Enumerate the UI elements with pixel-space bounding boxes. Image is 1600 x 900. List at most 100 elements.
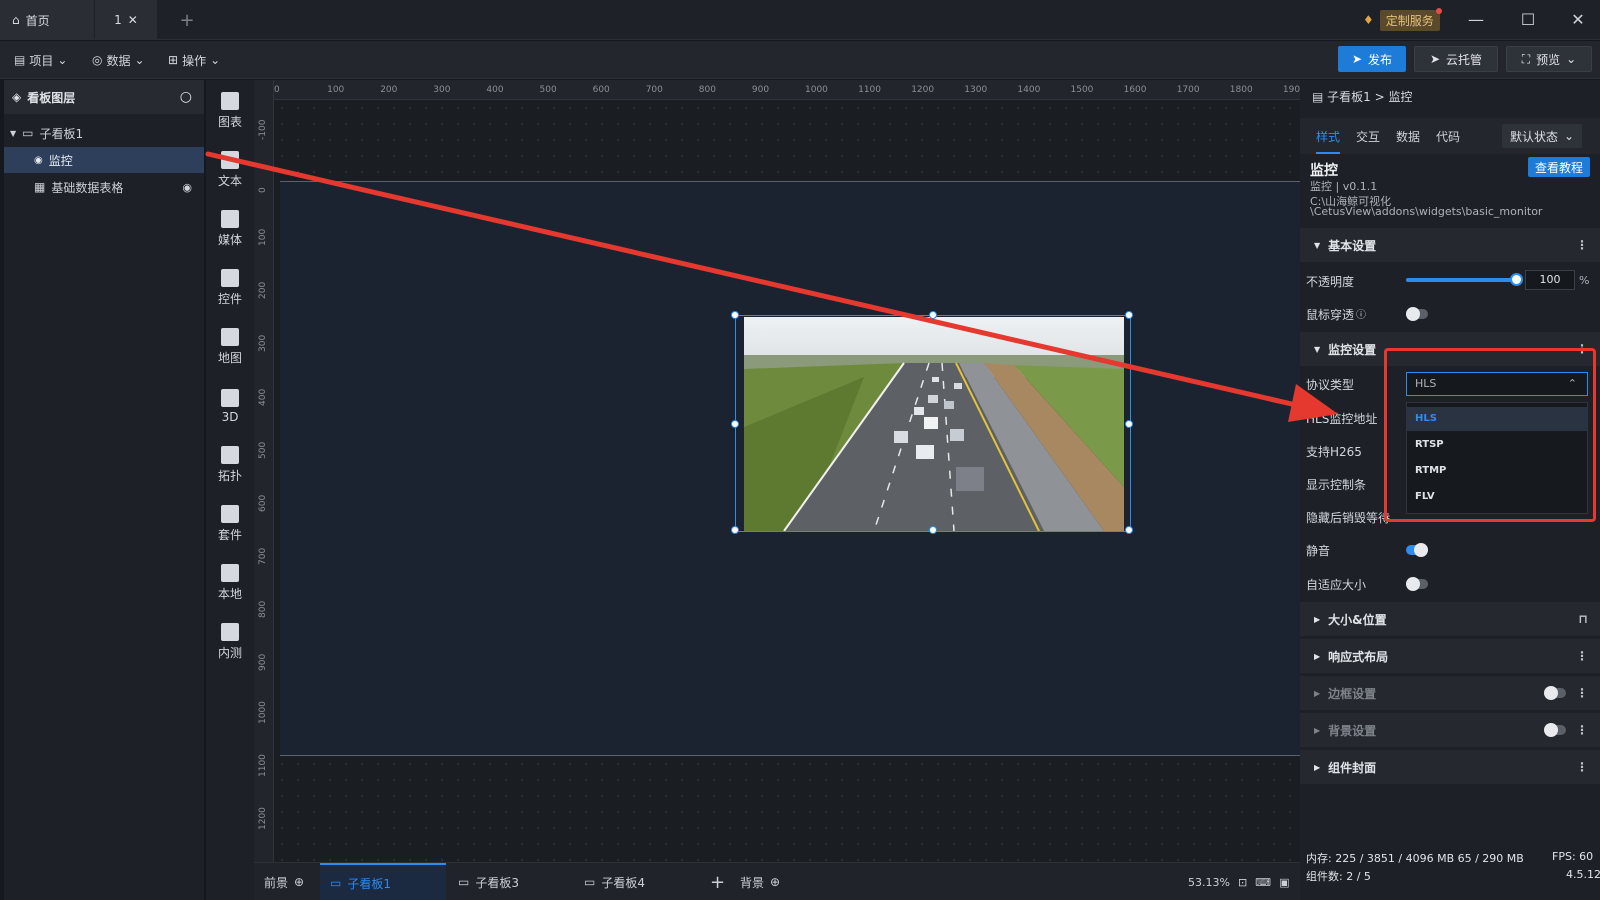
section-responsive[interactable]: ▶ 响应式布局 ⋮ (1300, 639, 1600, 673)
menu-project[interactable]: ▤ 项目 ⌄ (14, 49, 67, 71)
component-beta[interactable]: 内测 (206, 615, 254, 669)
component-local[interactable]: 本地 (206, 556, 254, 610)
search-icon[interactable]: ○ (180, 89, 192, 105)
eye-hidden-icon[interactable]: ◉ (182, 181, 192, 194)
board-tab-sub3[interactable]: ▭ 子看板3 (448, 863, 574, 900)
component-media[interactable]: 媒体 (206, 202, 254, 256)
ruler-tick: -100 (258, 119, 268, 140)
fps-status: FPS: 60 (1552, 850, 1594, 863)
resize-handle[interactable] (731, 526, 739, 534)
fit-screen-icon[interactable]: ⊡ (1238, 876, 1247, 889)
chevron-down-icon[interactable]: ⌄ (1566, 52, 1576, 66)
ruler-tick: 800 (258, 600, 268, 618)
component-label: 地图 (217, 351, 242, 365)
section-basic[interactable]: ▼ 基本设置 ⋮ (1300, 228, 1600, 262)
close-window-icon[interactable]: ✕ (1566, 8, 1590, 32)
component-chart[interactable]: 图表 (206, 84, 254, 138)
opacity-slider-handle[interactable] (1510, 273, 1523, 286)
grid-icon: ⊞ (168, 53, 179, 67)
tab-interaction[interactable]: 交互 (1356, 128, 1380, 145)
more-icon[interactable]: ⋮ (1576, 686, 1588, 700)
menu-operation[interactable]: ⊞ 操作 ⌄ (168, 49, 220, 71)
background-tab[interactable]: 背景 ⊕ (730, 863, 800, 900)
component-topology[interactable]: 拓扑 (206, 438, 254, 492)
ruler-tick: 1100 (858, 85, 881, 95)
component-control[interactable]: 控件 (206, 261, 254, 315)
resize-handle[interactable] (1125, 311, 1133, 319)
autosize-toggle[interactable] (1406, 577, 1428, 591)
more-icon[interactable]: ⋮ (1576, 649, 1588, 663)
tab-document[interactable]: 1 ✕ (95, 0, 157, 40)
terminal-icon[interactable]: ▣ (1279, 876, 1289, 889)
more-icon[interactable]: ⋮ (1576, 723, 1588, 737)
component-kit[interactable]: 套件 (206, 497, 254, 551)
breadcrumb-parent[interactable]: 子看板1 (1327, 90, 1371, 104)
component-label: 图表 (217, 115, 242, 129)
resize-handle[interactable] (1125, 526, 1133, 534)
layer-item-sub-board[interactable]: ▼ ▭ 子看板1 (4, 120, 204, 146)
ruler-tick: 700 (645, 85, 663, 95)
resize-handle[interactable] (731, 311, 739, 319)
resize-handle[interactable] (929, 526, 937, 534)
ruler-tick: 1700 (1176, 85, 1200, 95)
resize-handle[interactable] (929, 311, 937, 319)
ruler-tick: 200 (380, 85, 398, 95)
view-tutorial-button[interactable]: 查看教程 (1528, 157, 1590, 177)
custom-service-label: 定制服务 (1379, 7, 1442, 31)
layers-icon: ◈ (12, 90, 22, 104)
preview-button[interactable]: ⛶ 预览 ⌄ (1506, 46, 1592, 72)
section-title: 基本设置 (1328, 238, 1377, 253)
lock-icon[interactable]: ⊓ (1578, 612, 1588, 626)
resize-handle[interactable] (1125, 420, 1133, 428)
component-map[interactable]: 地图 (206, 320, 254, 374)
board-tabs-bar: 前景 ⊕ ▭ 子看板1 ▭ 子看板3 ▭ 子看板4 + 背景 ⊕ 53.13% … (254, 862, 1300, 900)
foreground-tab[interactable]: 前景 ⊕ (254, 863, 318, 900)
state-select[interactable]: 默认状态 ⌄ (1502, 124, 1582, 148)
publish-button[interactable]: ➤ 发布 (1338, 46, 1406, 72)
add-board-button[interactable]: + (700, 863, 728, 900)
section-background[interactable]: ▶ 背景设置 ⋮ (1300, 713, 1600, 747)
add-circle-icon[interactable]: ⊕ (294, 875, 304, 889)
puzzle-icon (221, 564, 239, 582)
more-icon[interactable]: ⋮ (1576, 238, 1588, 252)
opacity-slider[interactable] (1406, 278, 1516, 282)
tab-home[interactable]: ⌂ 首页 (0, 0, 94, 40)
background-toggle[interactable] (1544, 723, 1566, 737)
tab-style[interactable]: 样式 (1316, 128, 1341, 154)
keyboard-icon[interactable]: ⌨ (1255, 876, 1271, 889)
board-tab-sub4[interactable]: ▭ 子看板4 (574, 863, 700, 900)
caret-down-icon[interactable]: ▼ (10, 129, 16, 138)
maximize-icon[interactable]: ☐ (1516, 8, 1540, 32)
section-size-position[interactable]: ▶ 大小&位置 ⊓ (1300, 602, 1600, 636)
help-icon[interactable]: ⓘ (1356, 306, 1366, 321)
close-icon[interactable]: ✕ (128, 13, 138, 27)
opacity-input[interactable]: 100 (1525, 270, 1575, 290)
add-tab-button[interactable]: + (172, 0, 202, 40)
control-icon (221, 269, 239, 287)
monitor-video-frame (744, 317, 1124, 531)
state-select-label: 默认状态 (1509, 129, 1558, 144)
tab-data[interactable]: 数据 (1396, 128, 1420, 145)
ruler-tick: 1300 (964, 85, 988, 95)
layer-item-table[interactable]: ▦ 基础数据表格 ◉ (4, 174, 204, 200)
ruler-tick: 500 (539, 85, 557, 95)
cloud-host-button[interactable]: ➤ 云托管 (1414, 46, 1498, 72)
layer-item-monitor[interactable]: ◉ 监控 (4, 147, 204, 173)
section-cover[interactable]: ▶ 组件封面 ⋮ (1300, 750, 1600, 784)
component-text[interactable]: 文本 (206, 143, 254, 197)
resize-handle[interactable] (731, 420, 739, 428)
custom-service[interactable]: ♦ 定制服务 (1363, 7, 1442, 31)
board-tab-sub1[interactable]: ▭ 子看板1 (320, 863, 446, 900)
minimize-icon[interactable]: — (1464, 8, 1488, 32)
caret-down-icon: ▼ (1314, 240, 1321, 250)
add-circle-icon[interactable]: ⊕ (770, 875, 780, 889)
border-toggle[interactable] (1544, 686, 1566, 700)
tab-code[interactable]: 代码 (1436, 128, 1460, 145)
section-border[interactable]: ▶ 边框设置 ⋮ (1300, 676, 1600, 710)
monitor-widget[interactable] (731, 311, 1133, 534)
more-icon[interactable]: ⋮ (1576, 760, 1588, 774)
mouse-through-toggle[interactable] (1406, 307, 1428, 321)
mute-toggle[interactable] (1406, 543, 1428, 557)
menu-data[interactable]: ◎ 数据 ⌄ (92, 49, 145, 71)
component-3d[interactable]: 3D (206, 379, 254, 433)
